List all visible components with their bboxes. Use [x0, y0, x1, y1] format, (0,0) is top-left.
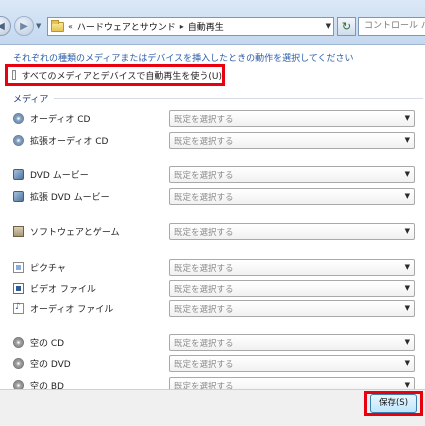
dropdown-arrow-icon: ▼ — [404, 284, 410, 292]
intro-text: それぞれの種類のメディアまたはデバイスを挿入したときの動作を選択してください — [13, 54, 354, 64]
select-value: 既定を選択する — [174, 114, 234, 125]
media-section-header: メディア — [13, 92, 423, 105]
dropdown-arrow-icon: ▼ — [404, 263, 410, 271]
enhanced-audio-cd-icon — [13, 134, 24, 146]
pictures-select[interactable]: 既定を選択する ▼ — [169, 259, 415, 276]
select-value: 既定を選択する — [174, 304, 234, 315]
media-label: 空の CD — [30, 338, 65, 349]
software-games-select[interactable]: 既定を選択する ▼ — [169, 223, 415, 240]
select-value: 既定を選択する — [174, 263, 234, 274]
enhanced-dvd-movie-select[interactable]: 既定を選択する ▼ — [169, 188, 415, 205]
media-label: DVD ムービー — [30, 170, 89, 181]
dvd-movie-select[interactable]: 既定を選択する ▼ — [169, 166, 415, 183]
breadcrumb-hardware-sound[interactable]: ハードウェアとサウンド — [77, 20, 176, 33]
forward-button[interactable]: ▶ — [14, 16, 34, 36]
media-label: 拡張オーディオ CD — [30, 136, 109, 147]
arrow-right-icon: ▶ — [20, 20, 28, 32]
dropdown-arrow-icon: ▼ — [404, 136, 410, 144]
breadcrumb-overflow[interactable]: « — [68, 22, 73, 31]
select-value: 既定を選択する — [174, 338, 234, 349]
media-label: ソフトウェアとゲーム — [30, 227, 120, 238]
control-panel-folder-icon — [51, 19, 64, 32]
select-value: 既定を選択する — [174, 227, 234, 238]
autoplay-checkbox[interactable] — [12, 70, 17, 80]
media-label: ビデオ ファイル — [30, 284, 96, 295]
breadcrumb[interactable]: « ハードウェアとサウンド ▸ 自動再生 ▼ — [47, 17, 334, 36]
media-row-audio-cd: オーディオ CD — [13, 110, 90, 126]
media-label: オーディオ CD — [30, 114, 91, 125]
dropdown-arrow-icon: ▼ — [404, 170, 410, 178]
address-dropdown-icon[interactable]: ▼ — [326, 22, 331, 30]
media-row-blank-dvd: 空の DVD — [13, 355, 71, 371]
video-file-icon — [13, 282, 24, 294]
select-value: 既定を選択する — [174, 284, 234, 295]
media-row-dvd-movie: DVD ムービー — [13, 166, 89, 182]
media-row-software-games: ソフトウェアとゲーム — [13, 223, 120, 239]
button-bar — [0, 389, 425, 426]
refresh-button[interactable]: ↻ — [337, 17, 356, 36]
recent-pages-button[interactable]: ▼ — [36, 22, 44, 30]
software-games-icon — [13, 225, 24, 237]
chevron-down-icon: ▼ — [36, 22, 42, 30]
dropdown-arrow-icon: ▼ — [404, 381, 410, 389]
back-button[interactable]: ◀ — [0, 16, 11, 36]
picture-icon — [13, 261, 24, 273]
audio-file-icon — [13, 302, 24, 314]
dvd-movie-icon — [13, 168, 24, 180]
media-label: 拡張 DVD ムービー — [30, 192, 110, 203]
blank-cd-icon — [13, 336, 24, 348]
select-value: 既定を選択する — [174, 136, 234, 147]
media-label: 空の DVD — [30, 359, 71, 370]
breadcrumb-separator-icon[interactable]: ▸ — [180, 22, 184, 31]
audio-cd-icon — [13, 112, 24, 124]
media-row-enhanced-dvd-movie: 拡張 DVD ムービー — [13, 188, 110, 204]
section-divider — [54, 98, 423, 99]
dropdown-arrow-icon: ▼ — [404, 114, 410, 122]
save-button[interactable]: 保存(S) — [370, 394, 417, 413]
media-label: オーディオ ファイル — [30, 304, 114, 315]
enhanced-audio-cd-select[interactable]: 既定を選択する ▼ — [169, 132, 415, 149]
address-bar: ◀ ▶ ▼ « ハードウェアとサウンド ▸ 自動再生 ▼ ↻ コントロール パネ — [0, 0, 425, 45]
breadcrumb-autoplay[interactable]: 自動再生 — [188, 20, 224, 33]
blank-dvd-icon — [13, 357, 24, 369]
autoplay-checkbox-row[interactable]: すべてのメディアとデバイスで自動再生を使う(U) — [5, 64, 225, 86]
dropdown-arrow-icon: ▼ — [404, 227, 410, 235]
select-value: 既定を選択する — [174, 359, 234, 370]
dropdown-arrow-icon: ▼ — [404, 304, 410, 312]
refresh-icon: ↻ — [341, 20, 352, 33]
media-row-pictures: ピクチャ — [13, 259, 66, 275]
dropdown-arrow-icon: ▼ — [404, 192, 410, 200]
arrow-left-icon: ◀ — [0, 20, 5, 32]
blank-dvd-select[interactable]: 既定を選択する ▼ — [169, 355, 415, 372]
audio-cd-select[interactable]: 既定を選択する ▼ — [169, 110, 415, 127]
video-files-select[interactable]: 既定を選択する ▼ — [169, 280, 415, 297]
dropdown-arrow-icon: ▼ — [404, 359, 410, 367]
select-value: 既定を選択する — [174, 192, 234, 203]
select-value: 既定を選択する — [174, 170, 234, 181]
media-row-enhanced-audio-cd: 拡張オーディオ CD — [13, 132, 108, 148]
section-title: メディア — [13, 95, 49, 105]
media-row-audio-files: オーディオ ファイル — [13, 300, 113, 316]
media-label: ピクチャ — [30, 263, 66, 274]
audio-files-select[interactable]: 既定を選択する ▼ — [169, 300, 415, 317]
dropdown-arrow-icon: ▼ — [404, 338, 410, 346]
media-row-video-files: ビデオ ファイル — [13, 280, 96, 296]
enhanced-dvd-movie-icon — [13, 190, 24, 202]
media-row-blank-cd: 空の CD — [13, 334, 64, 350]
search-input[interactable]: コントロール パネ — [358, 17, 425, 36]
autoplay-checkbox-label[interactable]: すべてのメディアとデバイスで自動再生を使う(U) — [21, 69, 222, 82]
blank-cd-select[interactable]: 既定を選択する ▼ — [169, 334, 415, 351]
